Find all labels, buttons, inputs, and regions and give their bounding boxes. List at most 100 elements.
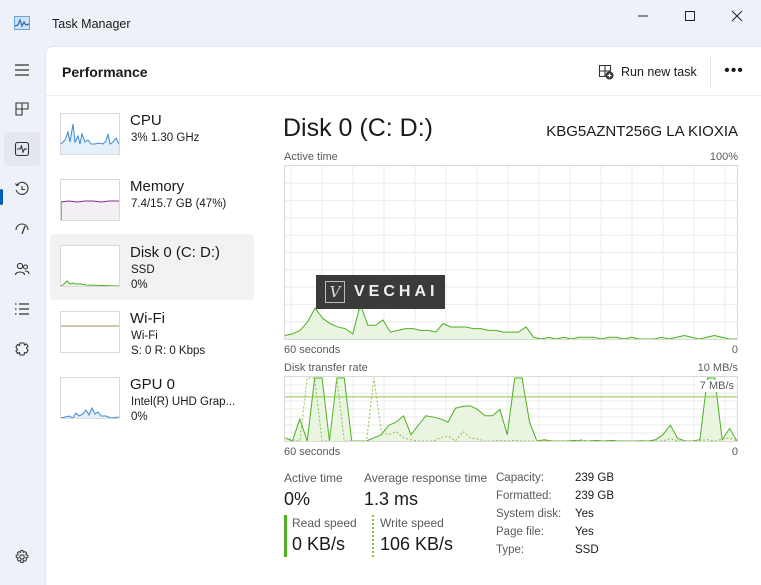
- transfer-reference-label: 7 MB/s: [697, 380, 734, 392]
- device-name: Disk 0 (C: D:): [130, 244, 220, 261]
- run-new-task-label: Run new task: [621, 65, 697, 79]
- nav-settings[interactable]: [4, 540, 40, 574]
- property-label: System disk:: [496, 508, 562, 520]
- watermark-logo: V: [325, 281, 345, 303]
- users-icon: [14, 262, 30, 276]
- hamburger-icon: [15, 64, 29, 76]
- device-thumbnail-graph: [60, 113, 120, 155]
- thumbnail-line: [61, 124, 119, 144]
- more-icon: •••: [724, 62, 744, 79]
- maximize-icon: [685, 11, 695, 21]
- property-label: Type:: [496, 544, 525, 556]
- device-item-memory[interactable]: Memory 7.4/15.7 GB (47%): [50, 168, 254, 234]
- thumbnail-fill: [61, 201, 119, 220]
- device-thumbnail-graph: [60, 179, 120, 221]
- history-icon: [15, 181, 29, 195]
- write-speed-marker: [372, 515, 374, 557]
- minimize-icon: [638, 15, 648, 17]
- device-detail-line-1: 3% 1.30 GHz: [131, 132, 200, 144]
- property-value: Yes: [575, 526, 594, 538]
- stat-write-speed-label: Write speed: [380, 516, 444, 530]
- property-value: Yes: [575, 508, 594, 520]
- nav-details[interactable]: [4, 292, 40, 326]
- transfer-chart-max: 10 MB/s: [697, 362, 738, 374]
- details-icon: [15, 303, 29, 315]
- active-nav-indicator: [0, 189, 3, 205]
- stat-active-time-value: 0%: [284, 489, 311, 509]
- device-detail-line-2: 0%: [131, 279, 148, 291]
- task-manager-icon: [14, 16, 30, 30]
- nav-services[interactable]: [4, 332, 40, 366]
- nav-processes[interactable]: [4, 92, 40, 126]
- processes-icon: [15, 102, 29, 116]
- device-thumbnail-graph: [60, 377, 120, 419]
- close-icon: [731, 10, 743, 22]
- run-new-task-button[interactable]: Run new task: [598, 62, 697, 82]
- watermark-text: VECHAI: [354, 283, 439, 300]
- nav-performance[interactable]: [4, 132, 40, 166]
- active-time-chart: [284, 165, 738, 340]
- minimize-button[interactable]: [620, 4, 666, 28]
- property-label: Formatted:: [496, 490, 552, 502]
- device-name: GPU 0: [130, 376, 176, 393]
- device-detail-line-1: SSD: [131, 264, 155, 276]
- device-item-cpu[interactable]: CPU 3% 1.30 GHz: [50, 102, 254, 168]
- device-detail-line-2: S: 0 R: 0 Kbps: [131, 345, 206, 357]
- maximize-button[interactable]: [667, 4, 713, 28]
- device-name: CPU: [130, 112, 162, 129]
- device-item-wi-fi[interactable]: Wi-Fi Wi-Fi S: 0 R: 0 Kbps: [50, 300, 254, 366]
- watermark: V VECHAI: [316, 275, 445, 309]
- active-time-chart-min: 0: [731, 344, 738, 356]
- active-time-chart-label: Active time: [284, 151, 338, 163]
- device-item-disk-0-c-d[interactable]: Disk 0 (C: D:) SSD 0%: [50, 234, 254, 300]
- content-panel: Performance Run new task ••• CPU 3% 1.30 …: [45, 46, 761, 585]
- property-value: 239 GB: [575, 490, 614, 502]
- disk-title: Disk 0 (C: D:): [283, 114, 433, 142]
- performance-icon: [14, 141, 30, 157]
- device-thumbnail-graph: [60, 245, 120, 287]
- property-value: 239 GB: [575, 472, 614, 484]
- device-item-gpu-0[interactable]: GPU 0 Intel(R) UHD Grap... 0%: [50, 366, 254, 432]
- read-speed-marker: [284, 515, 287, 557]
- device-detail-line-1: Wi-Fi: [131, 330, 158, 342]
- transfer-chart-label: Disk transfer rate: [284, 362, 368, 374]
- active-time-chart-time: 60 seconds: [284, 344, 341, 356]
- nav-startup-apps[interactable]: [4, 212, 40, 246]
- device-detail-line-1: 7.4/15.7 GB (47%): [131, 198, 227, 210]
- header-divider: [710, 57, 711, 87]
- device-detail-line-2: 0%: [131, 411, 148, 423]
- device-name: Memory: [130, 178, 185, 195]
- nav-users[interactable]: [4, 252, 40, 286]
- property-label: Capacity:: [496, 472, 544, 484]
- device-name: Wi-Fi: [130, 310, 165, 327]
- page-title: Performance: [62, 64, 148, 80]
- run-new-task-icon: [598, 64, 614, 80]
- disk-model: KBG5AZNT256G LA KIOXIA: [546, 123, 738, 140]
- startup-icon: [15, 223, 29, 235]
- transfer-rate-chart: [284, 376, 738, 442]
- hamburger-menu-button[interactable]: [4, 53, 40, 87]
- more-options-button[interactable]: •••: [722, 61, 746, 81]
- transfer-chart-min: 0: [731, 446, 738, 458]
- stat-avg-response-label: Average response time: [364, 471, 488, 485]
- property-value: SSD: [575, 544, 599, 556]
- window-title: Task Manager: [52, 17, 131, 31]
- gear-icon: [15, 550, 29, 563]
- transfer-chart-time: 60 seconds: [284, 446, 341, 458]
- stat-write-speed-value: 106 KB/s: [380, 534, 454, 554]
- stat-avg-response-value: 1.3 ms: [364, 489, 419, 509]
- stat-read-speed-value: 0 KB/s: [292, 534, 346, 554]
- stat-active-time-label: Active time: [284, 471, 343, 485]
- services-icon: [15, 342, 29, 356]
- nav-app-history[interactable]: [4, 172, 40, 206]
- property-label: Page file:: [496, 526, 544, 538]
- nav-rail: [0, 46, 44, 585]
- page-header: Performance Run new task •••: [46, 47, 761, 96]
- active-time-chart-max: 100%: [709, 151, 738, 163]
- stat-read-speed-label: Read speed: [292, 516, 357, 530]
- title-bar: Task Manager: [0, 0, 761, 46]
- device-detail-line-1: Intel(R) UHD Grap...: [131, 396, 236, 408]
- close-button[interactable]: [714, 4, 760, 28]
- device-list: CPU 3% 1.30 GHz Memory 7.4/15.7 GB (47%) Dis…: [50, 102, 254, 432]
- device-thumbnail-graph: [60, 311, 120, 353]
